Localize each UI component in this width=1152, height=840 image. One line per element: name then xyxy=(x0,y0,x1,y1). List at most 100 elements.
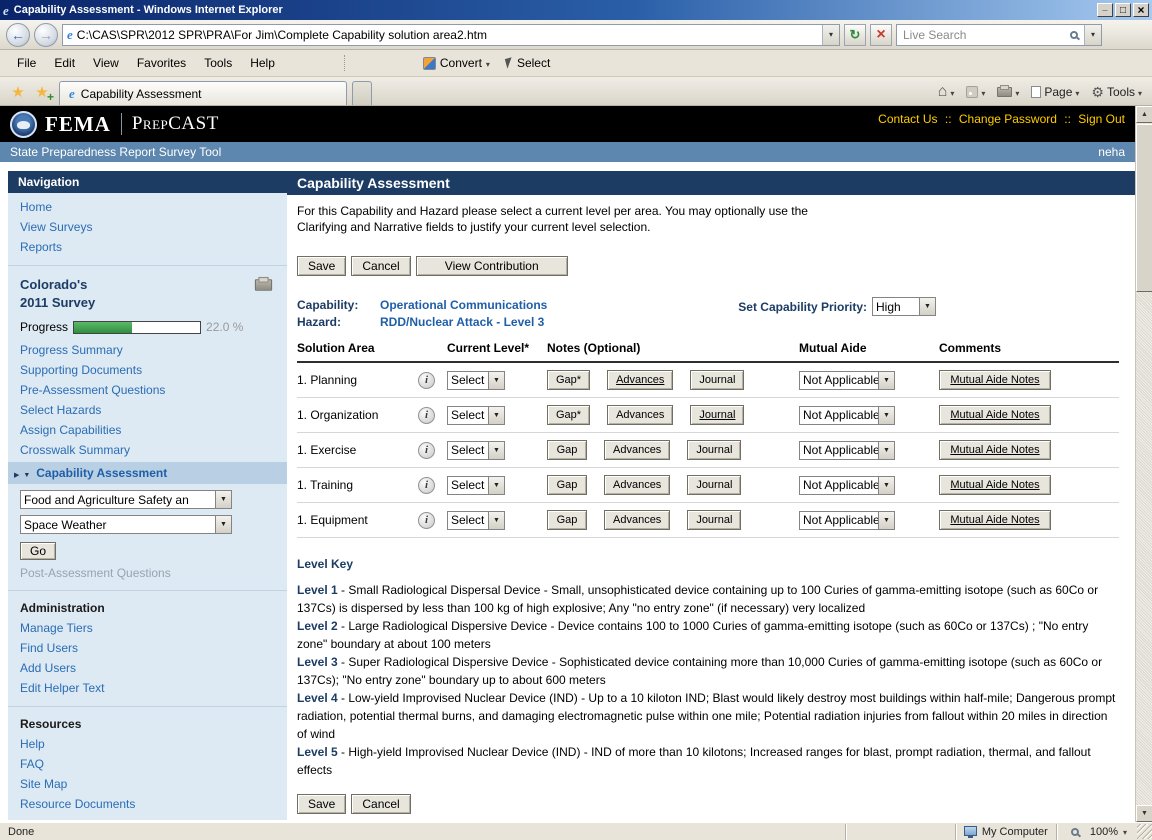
journal-button[interactable]: Journal xyxy=(687,475,741,495)
journal-button[interactable]: Journal xyxy=(687,440,741,460)
sidebar-item-progress-summary[interactable]: Progress Summary xyxy=(8,340,287,360)
journal-button[interactable]: Journal xyxy=(687,510,741,530)
feeds-button[interactable] xyxy=(966,85,985,99)
resize-grip[interactable] xyxy=(1137,824,1152,839)
close-button[interactable] xyxy=(1133,3,1149,17)
sidebar-item-capability-assessment[interactable]: Capability Assessment xyxy=(8,462,287,484)
view-contribution-button[interactable]: View Contribution xyxy=(416,256,568,276)
search-box[interactable]: Live Search xyxy=(896,24,1102,46)
zoom-control[interactable]: 100% xyxy=(1056,824,1135,840)
home-button[interactable] xyxy=(938,84,955,100)
hazard-select[interactable]: Space Weather xyxy=(20,515,232,534)
back-button[interactable] xyxy=(6,23,30,47)
chevron-down-icon[interactable] xyxy=(215,491,231,508)
chevron-down-icon[interactable] xyxy=(878,442,894,459)
sidebar-item-edit-helper-text[interactable]: Edit Helper Text xyxy=(8,678,287,698)
mutual-aide-select[interactable]: Not Applicable xyxy=(799,406,895,425)
menu-edit[interactable]: Edit xyxy=(45,52,84,74)
mutual-aide-select[interactable]: Not Applicable xyxy=(799,476,895,495)
add-favorite-icon[interactable] xyxy=(30,81,54,103)
tab-capability-assessment[interactable]: Capability Assessment xyxy=(59,81,347,105)
sidebar-item-select-hazards[interactable]: Select Hazards xyxy=(8,400,287,420)
menu-favorites[interactable]: Favorites xyxy=(128,52,195,74)
search-placeholder[interactable]: Live Search xyxy=(903,28,1064,42)
select-button[interactable]: Select xyxy=(498,53,558,73)
save-button-bottom[interactable]: Save xyxy=(297,794,346,814)
chevron-down-icon[interactable] xyxy=(878,477,894,494)
chevron-down-icon[interactable] xyxy=(878,372,894,389)
menu-tools[interactable]: Tools xyxy=(195,52,241,74)
sidebar-item-reports[interactable]: Reports xyxy=(8,237,287,257)
sidebar-item-crosswalk-summary[interactable]: Crosswalk Summary xyxy=(8,440,287,460)
save-button-top[interactable]: Save xyxy=(297,256,346,276)
mutual-aide-select[interactable]: Not Applicable xyxy=(799,511,895,530)
minimize-button[interactable] xyxy=(1097,3,1113,17)
print-survey-icon[interactable] xyxy=(255,279,272,291)
cancel-button-bottom[interactable]: Cancel xyxy=(351,794,410,814)
sidebar-item-resource-documents[interactable]: Resource Documents xyxy=(8,794,287,814)
chevron-down-icon[interactable] xyxy=(488,512,504,529)
current-level-select[interactable]: Select xyxy=(447,511,505,530)
vertical-scrollbar[interactable] xyxy=(1135,106,1152,822)
chevron-down-icon[interactable] xyxy=(878,407,894,424)
advances-button[interactable]: Advances xyxy=(607,405,673,425)
print-button[interactable] xyxy=(997,85,1019,99)
gap-button[interactable]: Gap* xyxy=(547,370,590,390)
mutual-aide-notes-button[interactable]: Mutual Aide Notes xyxy=(939,510,1051,530)
mutual-aide-notes-button[interactable]: Mutual Aide Notes xyxy=(939,440,1051,460)
capability-link[interactable]: Operational Communications xyxy=(380,297,547,314)
sidebar-item-pre-assessment-questions[interactable]: Pre-Assessment Questions xyxy=(8,380,287,400)
chevron-down-icon[interactable] xyxy=(488,407,504,424)
advances-button[interactable]: Advances xyxy=(604,510,670,530)
chevron-down-icon[interactable] xyxy=(488,442,504,459)
new-tab-stub[interactable] xyxy=(352,81,372,105)
menu-view[interactable]: View xyxy=(84,52,128,74)
sidebar-item-supporting-documents[interactable]: Supporting Documents xyxy=(8,360,287,380)
scroll-up-button[interactable] xyxy=(1136,106,1152,123)
page-menu-button[interactable]: Page xyxy=(1031,85,1079,99)
mutual-aide-notes-button[interactable]: Mutual Aide Notes xyxy=(939,370,1051,390)
contact-us-link[interactable]: Contact Us xyxy=(878,112,937,126)
search-icon[interactable] xyxy=(1064,31,1084,39)
change-password-link[interactable]: Change Password xyxy=(959,112,1057,126)
sidebar-item-site-map[interactable]: Site Map xyxy=(8,774,287,794)
info-icon[interactable] xyxy=(418,512,435,529)
capability-select[interactable]: Food and Agriculture Safety an xyxy=(20,490,232,509)
mutual-aide-select[interactable]: Not Applicable xyxy=(799,371,895,390)
current-level-select[interactable]: Select xyxy=(447,441,505,460)
info-icon[interactable] xyxy=(418,372,435,389)
refresh-button[interactable] xyxy=(844,24,866,46)
sidebar-item-add-users[interactable]: Add Users xyxy=(8,658,287,678)
go-button[interactable]: Go xyxy=(20,542,56,560)
menu-help[interactable]: Help xyxy=(241,52,284,74)
advances-button[interactable]: Advances xyxy=(607,370,673,390)
favorites-star-icon[interactable] xyxy=(6,81,30,103)
current-level-select[interactable]: Select xyxy=(447,476,505,495)
gap-button[interactable]: Gap xyxy=(547,440,587,460)
mutual-aide-select[interactable]: Not Applicable xyxy=(799,441,895,460)
sign-out-link[interactable]: Sign Out xyxy=(1078,112,1125,126)
sidebar-item-faq[interactable]: FAQ xyxy=(8,754,287,774)
hazard-link[interactable]: RDD/Nuclear Attack - Level 3 xyxy=(380,314,544,331)
sidebar-item-view-surveys[interactable]: View Surveys xyxy=(8,217,287,237)
restore-button[interactable] xyxy=(1115,3,1131,17)
scroll-down-button[interactable] xyxy=(1136,805,1152,822)
address-text[interactable]: C:\CAS\SPR\2012 SPR\PRA\For Jim\Complete… xyxy=(77,28,818,42)
info-icon[interactable] xyxy=(418,477,435,494)
chevron-down-icon[interactable] xyxy=(919,298,935,315)
priority-select[interactable]: High xyxy=(872,297,936,316)
search-dropdown-button[interactable] xyxy=(1084,25,1101,45)
sidebar-item-assign-capabilities[interactable]: Assign Capabilities xyxy=(8,420,287,440)
info-icon[interactable] xyxy=(418,407,435,424)
cancel-button-top[interactable]: Cancel xyxy=(351,256,410,276)
tools-menu-button[interactable]: Tools xyxy=(1091,85,1142,100)
mutual-aide-notes-button[interactable]: Mutual Aide Notes xyxy=(939,405,1051,425)
forward-button[interactable] xyxy=(34,23,58,47)
sidebar-item-help[interactable]: Help xyxy=(8,734,287,754)
advances-button[interactable]: Advances xyxy=(604,475,670,495)
scrollbar-thumb[interactable] xyxy=(1136,124,1152,292)
journal-button[interactable]: Journal xyxy=(690,370,744,390)
journal-button[interactable]: Journal xyxy=(690,405,744,425)
chevron-down-icon[interactable] xyxy=(488,477,504,494)
chevron-down-icon[interactable] xyxy=(878,512,894,529)
